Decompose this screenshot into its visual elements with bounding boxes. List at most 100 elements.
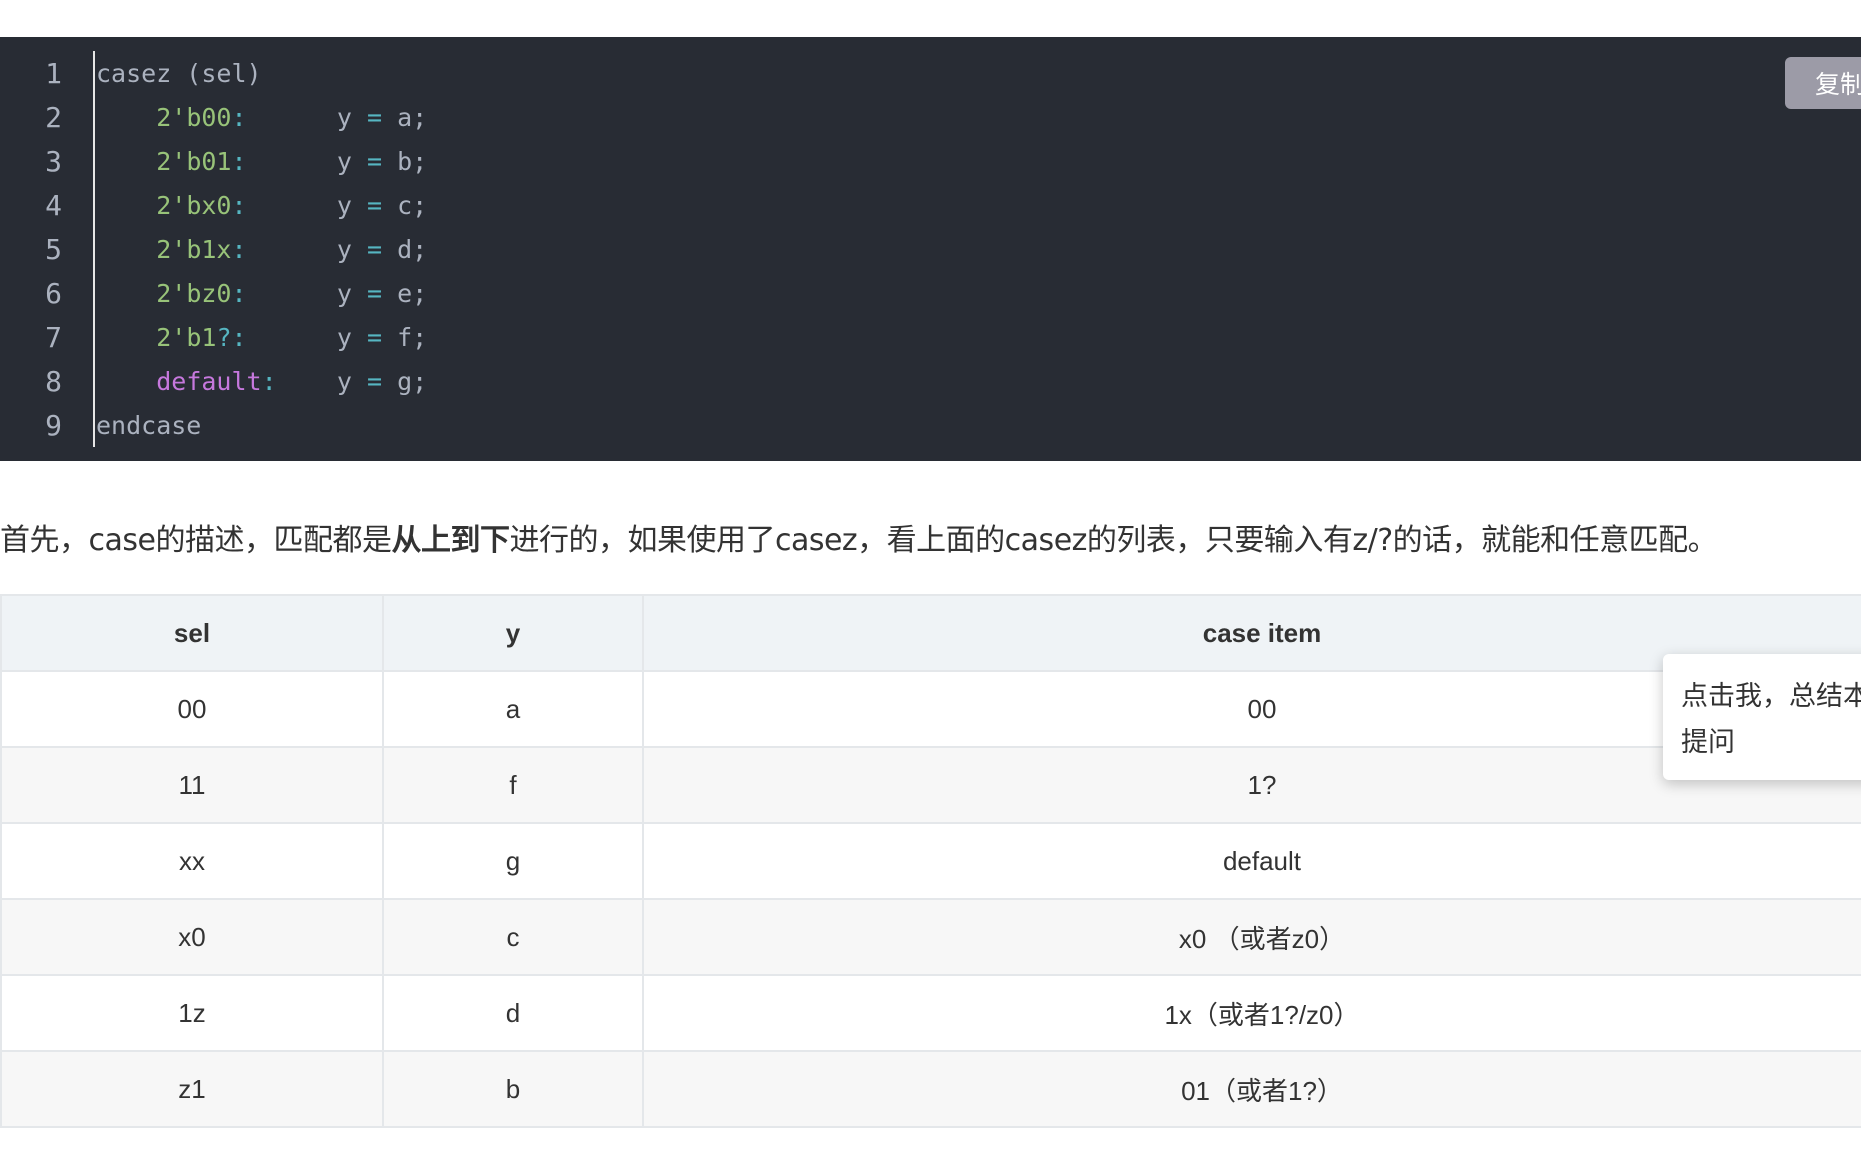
- code-token: :: [231, 190, 247, 220]
- code-token: b;: [382, 146, 428, 176]
- cell-sel: x0: [0, 898, 384, 976]
- paragraph-bold-text: 从上到下: [391, 523, 510, 558]
- line-number: 9: [45, 408, 62, 442]
- code-token: 'b1x: [171, 234, 232, 264]
- line-number: 6: [45, 276, 62, 310]
- code-token: 2: [156, 190, 172, 220]
- code-token: =: [366, 278, 383, 308]
- explanation-paragraph: 首先，case的描述，匹配都是从上到下进行的，如果使用了casez，看上面的ca…: [0, 515, 1861, 559]
- code-token: :: [231, 278, 247, 308]
- code-line: 8 default: y = g;: [0, 359, 427, 403]
- code-token: 2: [156, 322, 172, 352]
- code-text: 2'bz0: y = e;: [78, 279, 427, 308]
- code-text: 2'b00: y = a;: [78, 103, 427, 132]
- cell-sel: 1z: [0, 974, 384, 1052]
- column-header-y: y: [382, 594, 644, 672]
- paragraph-text-after: 进行的，如果使用了casez，看上面的casez的列表，只要输入有z/?的话，就…: [509, 523, 1718, 558]
- code-line: 6 2'bz0: y = e;: [0, 271, 427, 315]
- code-token: 'bz0: [171, 278, 232, 308]
- code-token: y: [246, 190, 367, 220]
- popup-text-line-2: 提问: [1681, 727, 1735, 758]
- line-number: 1: [45, 56, 62, 90]
- code-token: 'bx0: [171, 190, 232, 220]
- code-token: y: [246, 102, 367, 132]
- code-token: c;: [382, 190, 428, 220]
- code-token: y: [246, 278, 367, 308]
- code-line: 3 2'b01: y = b;: [0, 139, 427, 183]
- ai-summary-popup[interactable]: 点击我，总结本 提问: [1663, 654, 1861, 780]
- code-token: :: [231, 146, 247, 176]
- code-token: 'b00: [171, 102, 232, 132]
- cell-sel: z1: [0, 1050, 384, 1128]
- code-token: 2: [156, 146, 172, 176]
- code-line: 5 2'b1x: y = d;: [0, 227, 427, 271]
- code-token: a;: [382, 102, 428, 132]
- code-line: 4 2'bx0: y = c;: [0, 183, 427, 227]
- code-token: g;: [382, 366, 428, 396]
- code-token: =: [366, 146, 383, 176]
- code-token: f;: [382, 322, 428, 352]
- table-row: 1z d 1x（或者1?/z0）: [0, 974, 1861, 1052]
- code-token: :: [231, 102, 247, 132]
- code-token: =: [366, 322, 383, 352]
- code-token: 'b01: [171, 146, 232, 176]
- code-text: casez (sel): [78, 59, 262, 88]
- code-token: :: [261, 366, 277, 396]
- code-token: endcase: [96, 410, 202, 440]
- code-block: 1 casez (sel) 2 2'b00: y = a; 3 2'b01: y = …: [0, 37, 1861, 461]
- table-row: x0 c x0 （或者z0）: [0, 898, 1861, 976]
- cell-y: c: [382, 898, 644, 976]
- casez-match-table: sel y case item 00 a 00 11 f 1? xx g def…: [0, 594, 1861, 1128]
- cell-case-item: 01（或者1?）: [642, 1050, 1861, 1128]
- copy-button[interactable]: 复制: [1785, 57, 1861, 109]
- code-token: =: [366, 102, 383, 132]
- cell-case-item: default: [642, 822, 1861, 900]
- column-header-sel: sel: [0, 594, 384, 672]
- code-token: e;: [382, 278, 428, 308]
- line-number: 5: [45, 232, 62, 266]
- code-lines: 1 casez (sel) 2 2'b00: y = a; 3 2'b01: y = …: [0, 51, 427, 447]
- code-token: default: [156, 366, 262, 396]
- line-number: 2: [45, 100, 62, 134]
- code-token: 2: [156, 234, 172, 264]
- code-token: :: [231, 234, 247, 264]
- code-text: 2'b1x: y = d;: [78, 235, 427, 264]
- code-text: 2'b1?: y = f;: [78, 323, 427, 352]
- code-text: 2'b01: y = b;: [78, 147, 427, 176]
- code-token: y: [246, 322, 367, 352]
- cell-case-item: 1x（或者1?/z0）: [642, 974, 1861, 1052]
- code-token: =: [366, 190, 383, 220]
- cell-y: g: [382, 822, 644, 900]
- line-number: 7: [45, 320, 62, 354]
- code-line: 1 casez (sel): [0, 51, 427, 95]
- cell-y: f: [382, 746, 644, 824]
- cell-sel: 00: [0, 670, 384, 748]
- code-text: default: y = g;: [78, 367, 427, 396]
- cell-y: d: [382, 974, 644, 1052]
- cell-y: a: [382, 670, 644, 748]
- code-token: ?:: [216, 322, 247, 352]
- code-token: =: [366, 234, 383, 264]
- popup-text-line-1: 点击我，总结本: [1681, 681, 1861, 712]
- code-token: y: [276, 366, 367, 396]
- code-token: y: [246, 146, 367, 176]
- line-number: 8: [45, 364, 62, 398]
- code-token: 'b1: [171, 322, 217, 352]
- cell-sel: 11: [0, 746, 384, 824]
- table-row: 11 f 1?: [0, 746, 1861, 824]
- code-text: 2'bx0: y = c;: [78, 191, 427, 220]
- cell-sel: xx: [0, 822, 384, 900]
- line-number: 4: [45, 188, 62, 222]
- code-token: d;: [382, 234, 428, 264]
- code-token: 2: [156, 102, 172, 132]
- code-line: 7 2'b1?: y = f;: [0, 315, 427, 359]
- table-row: xx g default: [0, 822, 1861, 900]
- code-token: y: [246, 234, 367, 264]
- code-line: 2 2'b00: y = a;: [0, 95, 427, 139]
